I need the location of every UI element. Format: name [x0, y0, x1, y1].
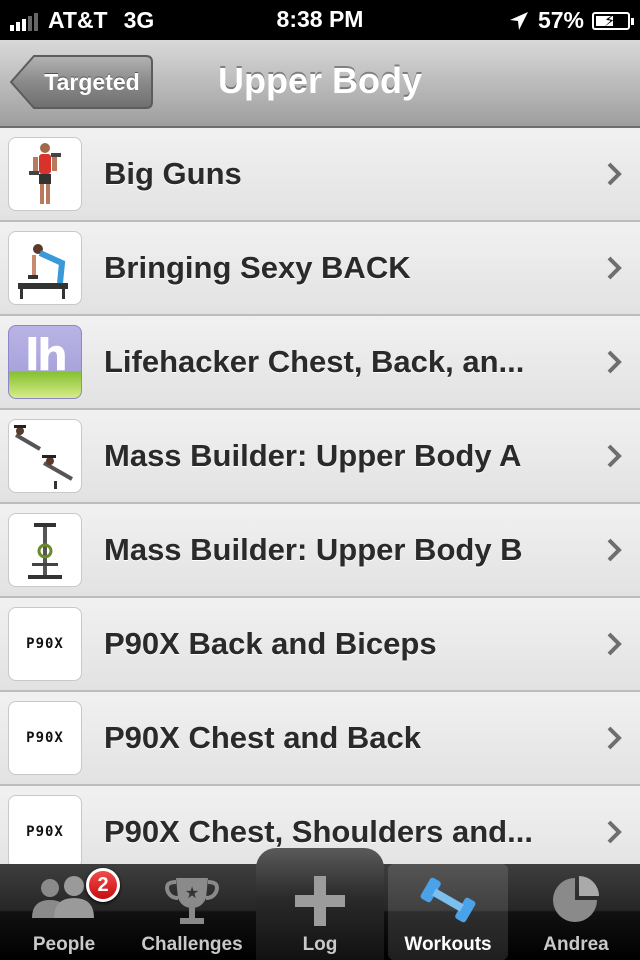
list-item-label: P90X Chest and Back — [104, 720, 422, 755]
tab-label: Workouts — [404, 934, 492, 955]
list-item[interactable]: P90X P90X Chest and Back — [0, 692, 640, 786]
tab-people[interactable]: 2 People — [0, 864, 128, 960]
list-item-label: P90X Chest, Shoulders and... — [104, 814, 533, 849]
dumbbell-curl-photo — [8, 137, 82, 211]
list-item-label: Bringing Sexy BACK — [104, 250, 411, 285]
bench-row-photo — [8, 231, 82, 305]
dumbbell-icon — [420, 877, 476, 923]
tab-log[interactable]: Log — [256, 848, 384, 960]
list-item[interactable]: Mass Builder: Upper Body B — [0, 504, 640, 598]
battery-percent: 57% — [537, 7, 584, 33]
tab-label: Challenges — [141, 934, 243, 955]
list-item[interactable]: Mass Builder: Upper Body A — [0, 410, 640, 504]
chevron-right-icon — [607, 444, 622, 468]
list-item-label: Mass Builder: Upper Body B — [104, 532, 523, 567]
back-button-label: Targeted — [44, 69, 140, 95]
battery-icon: ⚡ — [592, 11, 634, 30]
back-button[interactable]: Targeted — [10, 54, 154, 110]
chevron-right-icon — [607, 820, 622, 844]
workout-list: Big Guns Bringing Sexy BACK lh Lifehacke… — [0, 128, 640, 864]
chevron-right-icon — [607, 256, 622, 280]
list-item[interactable]: lh Lifehacker Chest, Back, an... — [0, 316, 640, 410]
status-bar: AT&T 3G 8:38 PM 57% ⚡ — [0, 0, 640, 40]
chevron-right-icon — [607, 632, 622, 656]
list-item-label: P90X Back and Biceps — [104, 626, 437, 661]
list-item-label: Lifehacker Chest, Back, an... — [104, 344, 525, 379]
location-icon — [509, 11, 528, 30]
machine-photo — [8, 513, 82, 587]
chevron-right-icon — [607, 350, 622, 374]
notification-badge: 2 — [86, 868, 120, 902]
tab-workouts[interactable]: Workouts — [388, 864, 508, 960]
tab-label: Log — [302, 934, 338, 955]
p90x-logo: P90X — [8, 701, 82, 775]
chevron-right-icon — [607, 538, 622, 562]
pie-chart-icon — [553, 876, 599, 922]
list-item[interactable]: P90X P90X Back and Biceps — [0, 598, 640, 692]
p90x-logo: P90X — [8, 607, 82, 681]
list-item[interactable]: Bringing Sexy BACK — [0, 222, 640, 316]
tab-challenges[interactable]: ★ Challenges — [128, 864, 256, 960]
svg-text:★: ★ — [185, 883, 199, 902]
chevron-right-icon — [607, 162, 622, 186]
bench-press-photo — [8, 419, 82, 493]
list-item-label: Big Guns — [104, 156, 242, 191]
plus-icon — [295, 876, 345, 926]
lifehacker-logo: lh — [8, 325, 82, 399]
trophy-icon: ★ — [165, 878, 219, 924]
tab-andrea[interactable]: Andrea — [512, 864, 640, 960]
page-title: Upper Body — [217, 60, 422, 101]
tab-bar: 2 People ★ Challenges Log Workouts Andre… — [0, 848, 640, 960]
tab-label: Andrea — [543, 934, 609, 955]
navigation-bar: Targeted Upper Body — [0, 40, 640, 128]
list-item[interactable]: Big Guns — [0, 128, 640, 222]
p90x-logo: P90X — [8, 795, 82, 864]
chevron-right-icon — [607, 726, 622, 750]
tab-label: People — [32, 934, 96, 955]
list-item-label: Mass Builder: Upper Body A — [104, 438, 522, 473]
